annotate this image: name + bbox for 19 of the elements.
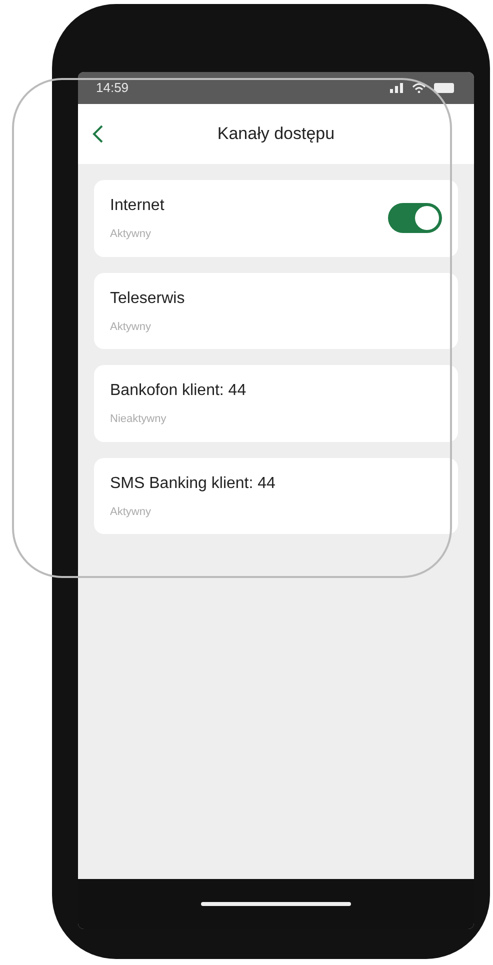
screen-title: Kanały dostępu — [217, 124, 335, 143]
wifi-icon — [412, 83, 426, 93]
channel-status: Aktywny — [110, 227, 152, 242]
channel-card[interactable]: SMS Banking klient: 44 Aktywny — [94, 458, 458, 534]
channel-name: Bankofon klient: 44 — [110, 381, 246, 401]
battery-icon — [434, 83, 456, 93]
signal-icon — [390, 83, 404, 93]
toggle-switch[interactable] — [388, 203, 442, 234]
channel-status: Aktywny — [110, 320, 152, 334]
channel-card[interactable]: Bankofon klient: 44 Nieaktywny — [94, 365, 458, 442]
channel-status: Aktywny — [110, 504, 152, 520]
back-button[interactable] — [92, 124, 104, 144]
channel-card[interactable]: Internet Aktywny — [94, 180, 458, 256]
channel-name: SMS Banking klient: 44 — [110, 474, 276, 494]
channel-name: Internet — [110, 196, 164, 216]
channel-name: Teleserwis — [110, 288, 185, 308]
status-time: 14:59 — [96, 79, 129, 98]
channel-card[interactable]: Teleserwis Aktywny — [94, 272, 458, 349]
channel-status: Nieaktywny — [110, 412, 168, 427]
